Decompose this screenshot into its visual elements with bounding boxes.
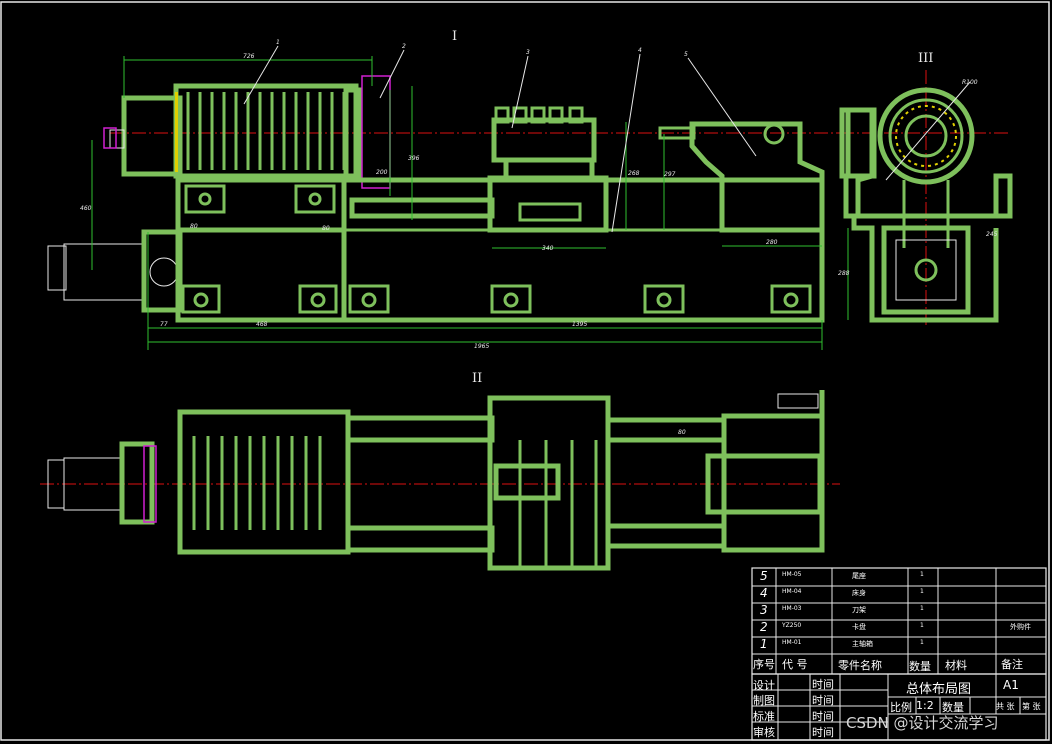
tailstock-handwheel	[763, 123, 785, 145]
headstock-flange	[175, 92, 178, 172]
spindle-nose	[343, 87, 363, 181]
view-label-right: III	[918, 51, 933, 66]
parts-cell-name: 尾座	[852, 572, 866, 580]
balloon-2: 2	[402, 43, 406, 50]
parts-row: 4 HM-04 床身 1	[752, 586, 1046, 603]
tb-title: 总体布局图	[906, 682, 972, 697]
parts-cell-name: 主轴箱	[852, 640, 873, 648]
motor-pulley	[149, 257, 179, 287]
tb-sheet-index: 第 张	[1022, 702, 1041, 711]
top-view: II 80	[40, 371, 840, 571]
parts-cell-name: 刀架	[852, 606, 866, 614]
top-rail-upper	[345, 415, 495, 443]
tool-post	[491, 117, 597, 163]
tailstock	[689, 121, 825, 233]
lathe-bed	[175, 177, 825, 323]
top-carriage	[487, 395, 611, 571]
tb-review: 审核	[753, 726, 775, 739]
balloon-1: 1	[276, 39, 280, 46]
front-view: I 726 77 468 1395 1965 460 396 200 80 80…	[47, 29, 840, 350]
top-tailstock	[721, 413, 825, 553]
parts-cell-qty: 1	[920, 571, 924, 578]
tb-drawing: 制图	[753, 694, 775, 707]
dim-245: 245	[986, 231, 998, 238]
parts-cell-code: HM-03	[782, 605, 802, 612]
parts-cell-code: YZ250	[782, 622, 802, 629]
parts-cell-name: 卡盘	[852, 623, 866, 631]
dim-340: 340	[542, 245, 554, 252]
dim-1965: 1965	[474, 343, 489, 350]
header-note: 备注	[1001, 658, 1023, 671]
parts-cell-no: 3	[760, 603, 768, 617]
headstock-fins	[186, 92, 346, 170]
parts-row: 2 YZ250 卡盘 1 外购件	[752, 620, 1046, 637]
view-label-top: I	[452, 29, 457, 44]
tb-time-3: 时间	[812, 710, 834, 723]
leadscrew-rail	[349, 197, 495, 219]
balloon-5: 5	[684, 51, 688, 58]
dim-297: 297	[664, 171, 676, 178]
header-name: 零件名称	[838, 659, 882, 672]
balloon-4: 4	[638, 47, 642, 54]
parts-cell-qty: 1	[920, 639, 924, 646]
dim-80b: 80	[322, 225, 330, 232]
header-no: 序号	[753, 658, 775, 671]
dim-top: 80	[678, 429, 686, 436]
view-label-bottom: II	[472, 371, 482, 386]
header-material: 材料	[945, 659, 967, 672]
bed-feet	[181, 184, 812, 314]
parts-cell-name: 床身	[852, 589, 866, 597]
tb-sheet-total: 共 张	[996, 702, 1015, 711]
main-motor	[63, 243, 145, 301]
parts-cell-code: HM-01	[782, 639, 802, 646]
dim-200: 200	[376, 169, 388, 176]
top-rail-lower	[345, 525, 495, 553]
side-view: III R100 288 245	[838, 51, 1013, 325]
tb-time-4: 时间	[812, 726, 834, 739]
headstock-box	[173, 83, 359, 179]
parts-row: 5 HM-05 尾座 1	[752, 569, 1046, 586]
tb-time-1: 时间	[812, 678, 834, 691]
tb-sheet: A1	[1003, 678, 1019, 692]
dim-460: 460	[80, 205, 92, 212]
dim-280: 280	[766, 239, 778, 246]
dim-80a: 80	[190, 223, 198, 230]
parts-cell-qty: 1	[920, 605, 924, 612]
side-base	[851, 216, 999, 323]
dim-468: 468	[256, 321, 268, 328]
tb-standard: 标准	[753, 710, 775, 723]
header-qty: 数量	[909, 660, 931, 673]
parts-row: 3 HM-03 刀架 1	[752, 603, 1046, 620]
dim-1395: 1395	[572, 321, 587, 328]
dim-396: 396	[408, 155, 420, 162]
motor-mount	[141, 229, 183, 313]
dim-77: 77	[160, 321, 168, 328]
header-code: 代 号	[782, 658, 808, 671]
dim-268: 268	[628, 170, 640, 177]
parts-cell-no: 1	[760, 637, 768, 651]
tb-scale: 1:2	[916, 699, 934, 712]
top-fins	[192, 436, 322, 530]
watermark: CSDN @设计交流学习	[846, 714, 999, 732]
parts-cell-no: 4	[760, 586, 768, 600]
parts-cell-code: HM-04	[782, 588, 802, 595]
dim-r: R100	[962, 79, 978, 86]
parts-cell-no: 5	[760, 569, 768, 583]
parts-cell-code: HM-05	[782, 571, 802, 578]
parts-cell-note: 外购件	[1010, 623, 1031, 631]
dim-726: 726	[243, 53, 255, 60]
parts-cell-qty: 1	[920, 622, 924, 629]
parts-cell-no: 2	[760, 620, 768, 634]
parts-list-header: 序号 代 号 零件名称 数量 材料 备注	[752, 654, 1046, 674]
headstock-cover	[121, 95, 183, 177]
tb-time-2: 时间	[812, 694, 834, 707]
parts-cell-qty: 1	[920, 588, 924, 595]
motor-endcap	[47, 245, 67, 291]
balloon-3: 3	[526, 49, 530, 56]
tb-design: 设计	[753, 679, 775, 692]
parts-row: 1 HM-01 主轴箱 1	[752, 637, 1046, 654]
dim-288: 288	[838, 270, 850, 277]
